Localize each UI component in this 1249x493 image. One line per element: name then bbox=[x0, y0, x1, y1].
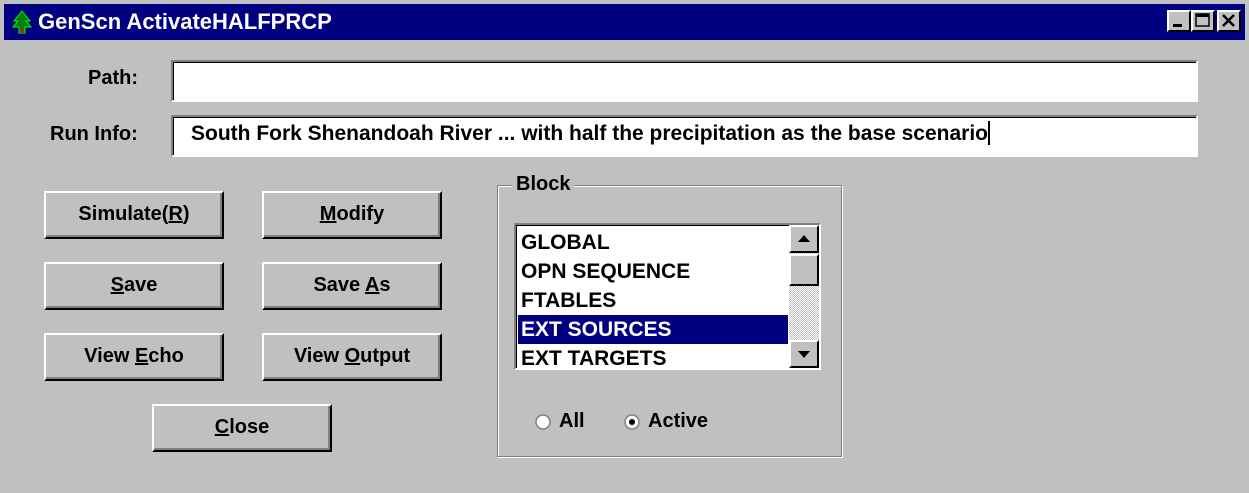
simulate-label-key: R bbox=[168, 203, 183, 225]
view-output-label-key: O bbox=[344, 345, 361, 367]
view-echo-label-key: E bbox=[134, 345, 149, 367]
run-info-field[interactable]: South Fork Shenandoah River ... with hal… bbox=[171, 115, 1198, 157]
window-title: GenScn ActivateHALFPRCP bbox=[38, 9, 332, 34]
radio-selected-icon bbox=[624, 414, 640, 430]
path-label: Path: bbox=[88, 67, 138, 89]
save-as-label-post: s bbox=[379, 274, 391, 296]
view-output-label-post: utput bbox=[360, 345, 411, 367]
view-echo-label-post: cho bbox=[148, 345, 184, 367]
minimize-icon bbox=[1173, 24, 1182, 27]
modify-label-post: odify bbox=[336, 203, 385, 225]
radio-active[interactable]: Active bbox=[624, 409, 708, 433]
radio-all-label: All bbox=[559, 410, 585, 432]
close-label-post: lose bbox=[229, 416, 270, 438]
run-info-label: Run Info: bbox=[50, 123, 138, 145]
save-as-button[interactable]: Save As bbox=[262, 262, 442, 310]
view-echo-label-pre: View bbox=[84, 345, 135, 367]
maximize-button[interactable] bbox=[1191, 10, 1215, 32]
simulate-button[interactable]: Simulate(R) bbox=[44, 191, 224, 239]
radio-active-label: Active bbox=[648, 410, 709, 432]
block-list-item[interactable]: OPN SEQUENCE bbox=[518, 257, 788, 286]
run-info-value: South Fork Shenandoah River ... with hal… bbox=[191, 122, 988, 145]
block-list-scrollbar[interactable] bbox=[789, 225, 819, 368]
genscn-activate-window: GenScn ActivateHALFPRCP Path: Run Info: … bbox=[0, 0, 1249, 493]
text-caret bbox=[988, 121, 990, 145]
view-output-label-pre: View bbox=[293, 345, 345, 367]
modify-button[interactable]: Modify bbox=[262, 191, 442, 239]
close-icon bbox=[1222, 14, 1235, 27]
close-window-button[interactable] bbox=[1217, 10, 1241, 32]
save-as-label-pre: Save bbox=[313, 274, 365, 296]
title-bar[interactable]: GenScn ActivateHALFPRCP bbox=[4, 4, 1245, 40]
path-field[interactable] bbox=[171, 60, 1198, 102]
tree-icon bbox=[11, 10, 33, 34]
modify-label-key: M bbox=[319, 203, 337, 225]
close-button[interactable]: Close bbox=[152, 404, 332, 452]
scroll-down-arrow-icon bbox=[798, 351, 810, 358]
block-group-title: Block bbox=[512, 172, 575, 196]
simulate-label-post: ) bbox=[182, 203, 190, 225]
block-list-item[interactable]: EXT SOURCES bbox=[518, 315, 788, 344]
radio-unselected-icon bbox=[535, 414, 551, 430]
block-list-item[interactable]: FTABLES bbox=[518, 286, 788, 315]
save-button[interactable]: Save bbox=[44, 262, 224, 310]
scroll-down-button[interactable] bbox=[789, 340, 819, 368]
maximize-icon bbox=[1195, 13, 1210, 27]
scroll-up-button[interactable] bbox=[789, 225, 819, 253]
block-listbox[interactable]: GLOBAL OPN SEQUENCE FTABLES EXT SOURCES EXT … bbox=[514, 223, 821, 370]
close-label-key: C bbox=[214, 416, 230, 438]
simulate-label-pre: Simulate( bbox=[78, 203, 169, 225]
block-list-item[interactable]: EXT TARGETS bbox=[518, 344, 788, 368]
radio-all[interactable]: All bbox=[535, 409, 585, 433]
scroll-thumb[interactable] bbox=[789, 254, 819, 286]
save-label-key: S bbox=[110, 274, 124, 296]
save-as-label-key: A bbox=[364, 274, 380, 296]
block-list-item[interactable]: GLOBAL bbox=[518, 228, 788, 257]
view-echo-button[interactable]: View Echo bbox=[44, 333, 224, 381]
block-list-items: GLOBAL OPN SEQUENCE FTABLES EXT SOURCES EXT … bbox=[518, 228, 788, 368]
minimize-button[interactable] bbox=[1167, 10, 1191, 32]
view-output-button[interactable]: View Output bbox=[262, 333, 442, 381]
save-label-post: ave bbox=[123, 274, 158, 296]
scroll-up-arrow-icon bbox=[798, 235, 810, 242]
